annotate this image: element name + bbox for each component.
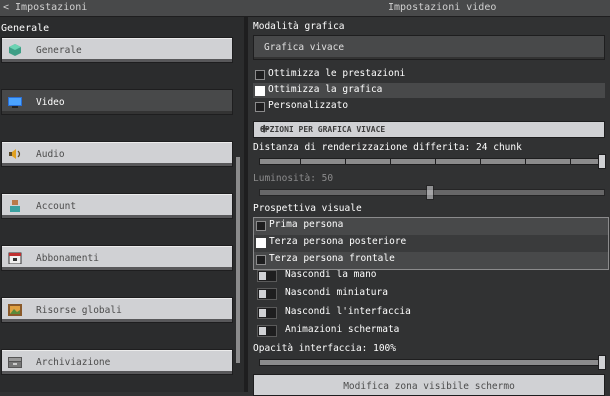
sidebar-item-generale[interactable]: Generale [1,37,233,63]
sidebar-item-label: Abbonamenti [36,253,99,264]
option-label: Terza persona frontale [269,253,395,264]
settings-panel: Modalità grafica Grafica vivace Ottimizz… [248,17,610,396]
slider-tick [435,159,436,164]
sidebar-item-label: Risorse globali [36,305,122,316]
option-label: Ottimizza le prestazioni [268,68,406,79]
speaker-icon [9,149,21,159]
graphics-mode-value: Grafica vivace [264,42,345,53]
checkbox [256,238,266,248]
storage-icon [8,357,22,368]
user-icon [10,200,20,212]
perspective-third-front[interactable]: Terza persona frontale [254,252,608,269]
toggle-label: Nascondi miniatura [285,287,388,298]
interface-opacity-slider[interactable] [259,359,605,366]
interface-opacity-handle[interactable] [598,355,606,370]
interface-opacity-label: Opacità interfaccia: 100% [253,343,396,354]
slider-tick [570,159,571,164]
slider-tick [345,159,346,164]
sidebar-item-risorse-globali[interactable]: Risorse globali [1,297,233,323]
slider-tick [300,159,301,164]
sidebar-item-label: Video [36,97,65,108]
sidebar-heading: Generale [1,23,50,34]
edit-safe-area-button[interactable]: Modifica zona visibile schermo [253,374,605,396]
toggle-label: Nascondi la mano [285,269,377,280]
perspective-third-back[interactable]: Terza persona posteriore [254,235,608,252]
sidebar-item-label: Archiviazione [36,357,111,368]
toggle-label: Nascondi l'interfaccia [285,306,411,317]
top-bar: < Impostazioni Impostazioni video [0,0,610,17]
page-title: Impostazioni video [388,2,497,13]
sidebar: Generale Generale Video Audio Account Ab… [0,17,244,392]
option-label: Terza persona posteriore [269,236,407,247]
toggle-hide-hud-row: Nascondi l'interfaccia [248,305,610,321]
toggle-label: Animazioni schermata [285,324,400,335]
perspective-first-person[interactable]: Prima persona [254,218,608,235]
checkbox [255,70,265,80]
plus-icon: + [260,121,269,137]
hide-hud-toggle[interactable] [257,307,277,319]
back-button[interactable]: < Impostazioni [3,2,87,13]
sidebar-item-video[interactable]: Video [1,89,233,115]
sidebar-item-account[interactable]: Account [1,193,233,219]
perspective-label: Prospettiva visuale [253,203,362,214]
monitor-icon [8,97,22,108]
option-optimize-performance[interactable]: Ottimizza le prestazioni [253,67,605,82]
render-distance-handle[interactable] [598,154,606,169]
checkbox [255,86,265,96]
slider-tick [525,159,526,164]
toggle-hide-hand-row: Nascondi la mano [248,268,610,284]
button-label: Modifica zona visibile schermo [343,381,515,392]
graphics-mode-dropdown[interactable]: Grafica vivace [253,35,605,60]
sidebar-item-label: Audio [36,149,65,160]
picture-icon [8,304,22,316]
graphics-mode-label: Modalità grafica [253,21,345,32]
sidebar-item-archiviazione[interactable]: Archiviazione [1,349,233,375]
hide-hand-toggle[interactable] [257,270,277,282]
cube-icon [9,44,21,56]
sidebar-item-label: Account [36,201,77,212]
option-custom[interactable]: Personalizzato [253,99,605,114]
slider-tick [480,159,481,164]
slider-tick [390,159,391,164]
checkbox [255,102,265,112]
vivid-options-expander[interactable]: OPZIONI PER GRAFICA VIVACE + [253,121,605,138]
sidebar-scrollbar[interactable] [236,157,240,363]
hide-thumbnail-toggle[interactable] [257,288,277,300]
toggle-screen-animations-row: Animazioni schermata [248,323,610,339]
brightness-handle[interactable] [426,185,434,200]
option-label: Prima persona [269,219,344,230]
calendar-icon [8,252,22,264]
sidebar-item-abbonamenti[interactable]: Abbonamenti [1,245,233,271]
checkbox [256,221,266,231]
option-optimize-graphics[interactable]: Ottimizza la grafica [253,83,605,98]
sidebar-item-audio[interactable]: Audio [1,141,233,167]
screen-animations-toggle[interactable] [257,325,277,337]
brightness-label: Luminosità: 50 [253,173,334,184]
perspective-dropdown-list: Prima persona Terza persona posteriore T… [253,217,609,270]
option-label: Personalizzato [268,100,349,111]
render-distance-label: Distanza di renderizzazione differita: 2… [253,142,522,153]
checkbox [256,255,266,265]
option-label: Ottimizza la grafica [268,84,383,95]
render-distance-slider[interactable] [259,158,605,165]
sidebar-item-label: Generale [36,45,82,56]
toggle-hide-thumbnail-row: Nascondi miniatura [248,286,610,302]
